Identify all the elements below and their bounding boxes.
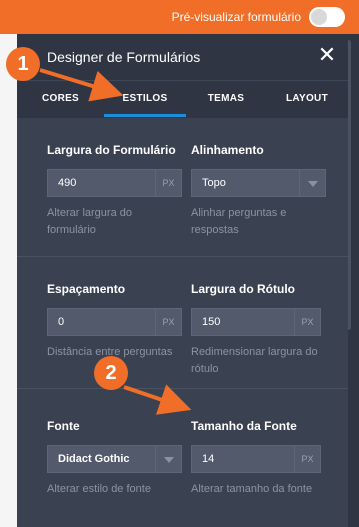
preview-toggle-group[interactable]: Pré-visualizar formulário: [172, 7, 345, 27]
label-width-field: Largura do Rótulo 150 PX Redimensionar l…: [191, 282, 326, 375]
spacing-label: Espaçamento: [47, 282, 126, 296]
chevron-down-icon: [155, 446, 181, 472]
alignment-value: Topo: [202, 177, 226, 189]
form-width-field: Largura do Formulário 490 PX Alterar lar…: [47, 143, 182, 236]
font-size-unit: PX: [294, 446, 320, 472]
alignment-field: Alinhamento Topo Alinhar perguntas e res…: [191, 143, 326, 236]
font-value: Didact Gothic: [58, 453, 130, 465]
label-width-unit: PX: [294, 309, 320, 335]
designer-tabs: CORES ESTILOS TEMAS LAYOUT: [17, 80, 348, 118]
close-icon: ✕: [317, 42, 337, 67]
toggle-knob: [311, 9, 327, 25]
font-size-label: Tamanho da Fonte: [191, 419, 297, 433]
annotation-badge-1: 1: [6, 47, 40, 81]
active-tab-indicator: [104, 114, 186, 117]
form-width-unit: PX: [155, 170, 181, 196]
font-select[interactable]: Didact Gothic: [47, 445, 182, 473]
close-button[interactable]: ✕: [314, 42, 340, 68]
tab-temas[interactable]: TEMAS: [186, 81, 266, 117]
form-width-input[interactable]: 490 PX: [47, 169, 182, 197]
form-width-value: 490: [58, 177, 77, 189]
font-size-value: 14: [202, 453, 215, 465]
label-width-input[interactable]: 150 PX: [191, 308, 321, 336]
tab-estilos[interactable]: ESTILOS: [104, 81, 186, 117]
label-width-helper: Redimensionar largura do rótulo: [191, 346, 318, 375]
page-background-strip: [0, 34, 17, 527]
label-width-label: Largura do Rótulo: [191, 282, 295, 296]
form-designer-panel: Designer de Formulários ✕ CORES ESTILOS …: [17, 34, 348, 527]
panel-header: Designer de Formulários ✕: [17, 34, 348, 80]
font-helper: Alterar estilo de fonte: [47, 483, 151, 495]
font-size-input[interactable]: 14 PX: [191, 445, 321, 473]
font-field: Fonte Didact Gothic Alterar estilo de fo…: [47, 419, 182, 495]
section-font: Fonte Didact Gothic Alterar estilo de fo…: [17, 388, 348, 527]
spacing-input[interactable]: 0 PX: [47, 308, 182, 336]
preview-label: Pré-visualizar formulário: [171, 10, 301, 24]
spacing-value: 0: [58, 316, 65, 328]
tab-cores[interactable]: CORES: [17, 81, 104, 117]
font-size-field: Tamanho da Fonte 14 PX Alterar tamanho d…: [191, 419, 326, 495]
section-spacing-label-width: Espaçamento 0 PX Distância entre pergunt…: [17, 256, 348, 388]
label-width-value: 150: [202, 316, 221, 328]
form-width-helper: Alterar largura do formulário: [47, 207, 132, 236]
font-label: Fonte: [47, 419, 80, 433]
spacing-field: Espaçamento 0 PX Distância entre pergunt…: [47, 282, 182, 358]
form-width-label: Largura do Formulário: [47, 143, 176, 157]
panel-title: Designer de Formulários: [47, 49, 201, 65]
preview-toggle[interactable]: [309, 7, 345, 27]
alignment-helper: Alinhar perguntas e respostas: [191, 207, 287, 236]
annotation-badge-2: 2: [94, 356, 128, 390]
chevron-down-icon: [299, 170, 325, 196]
spacing-unit: PX: [155, 309, 181, 335]
section-width-alignment: Largura do Formulário 490 PX Alterar lar…: [17, 118, 348, 256]
font-size-helper: Alterar tamanho da fonte: [191, 483, 313, 495]
top-bar: Pré-visualizar formulário: [0, 0, 359, 34]
tab-layout[interactable]: LAYOUT: [266, 81, 348, 117]
alignment-label: Alinhamento: [191, 143, 264, 157]
alignment-select[interactable]: Topo: [191, 169, 326, 197]
